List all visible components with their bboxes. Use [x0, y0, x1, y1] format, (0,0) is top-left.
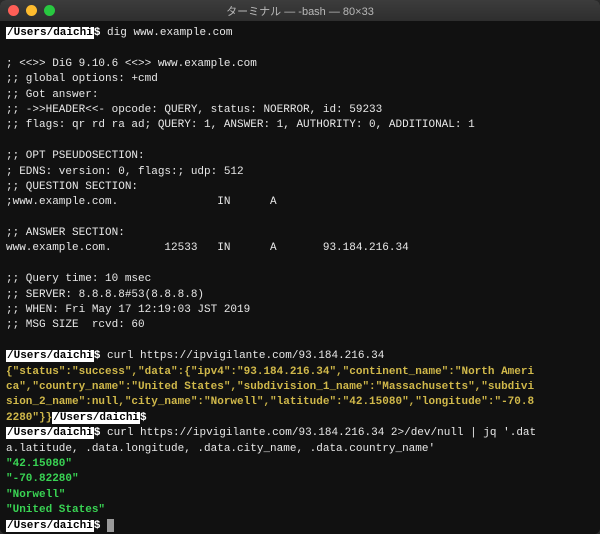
dig-output-line: ;; Query time: 10 msec	[6, 273, 151, 285]
close-icon[interactable]	[8, 5, 19, 16]
prompt-path: /Users/daichi	[52, 412, 140, 424]
curl-json-output: sion_2_name":null,"city_name":"Norwell",…	[6, 396, 534, 408]
command-curl: curl https://ipvigilante.com/93.184.216.…	[107, 350, 384, 362]
prompt-symbol: $	[94, 350, 101, 362]
titlebar: ターミナル — -bash — 80×33	[0, 0, 600, 22]
dig-output-line: ;; MSG SIZE rcvd: 60	[6, 319, 145, 331]
command-dig: dig www.example.com	[107, 27, 232, 39]
dig-output-line: ;; flags: qr rd ra ad; QUERY: 1, ANSWER:…	[6, 119, 475, 131]
prompt-path: /Users/daichi	[6, 427, 94, 439]
dig-output-line: ;; Got answer:	[6, 89, 98, 101]
dig-output-line: ;; OPT PSEUDOSECTION:	[6, 150, 145, 162]
prompt-symbol: $	[94, 427, 101, 439]
jq-output-city: "Norwell"	[6, 489, 65, 501]
curl-json-output: {"status":"success","data":{"ipv4":"93.1…	[6, 366, 534, 378]
terminal-window: ターミナル — -bash — 80×33 /Users/daichi$ dig…	[0, 0, 600, 534]
dig-output-line: www.example.com. 12533 IN A 93.184.216.3…	[6, 242, 409, 254]
prompt-symbol: $	[94, 520, 101, 532]
dig-output-line: ;www.example.com. IN A	[6, 196, 277, 208]
jq-output-country: "United States"	[6, 504, 105, 516]
curl-json-output: ca","country_name":"United States","subd…	[6, 381, 534, 393]
jq-output-longitude: "-70.82280"	[6, 473, 79, 485]
dig-output-line: ;; QUESTION SECTION:	[6, 181, 138, 193]
command-curl-jq-cont: a.latitude, .data.longitude, .data.city_…	[6, 443, 435, 455]
prompt-symbol: $	[140, 412, 147, 424]
traffic-lights	[8, 5, 55, 16]
cursor-icon	[107, 519, 114, 532]
prompt-symbol: $	[94, 27, 101, 39]
prompt-path: /Users/daichi	[6, 520, 94, 532]
dig-output-line: ;; WHEN: Fri May 17 12:19:03 JST 2019	[6, 304, 250, 316]
dig-output-line: ;; ->>HEADER<<- opcode: QUERY, status: N…	[6, 104, 382, 116]
prompt-path: /Users/daichi	[6, 27, 94, 39]
jq-output-latitude: "42.15080"	[6, 458, 72, 470]
dig-output-line: ; <<>> DiG 9.10.6 <<>> www.example.com	[6, 58, 257, 70]
terminal-body[interactable]: /Users/daichi$ dig www.example.com ; <<>…	[0, 22, 600, 534]
dig-output-line: ;; ANSWER SECTION:	[6, 227, 125, 239]
zoom-icon[interactable]	[44, 5, 55, 16]
command-curl-jq: curl https://ipvigilante.com/93.184.216.…	[107, 427, 536, 439]
curl-json-output: 2280"}}	[6, 412, 52, 424]
dig-output-line: ;; SERVER: 8.8.8.8#53(8.8.8.8)	[6, 289, 204, 301]
dig-output-line: ; EDNS: version: 0, flags:; udp: 512	[6, 166, 244, 178]
dig-output-line: ;; global options: +cmd	[6, 73, 158, 85]
prompt-path: /Users/daichi	[6, 350, 94, 362]
minimize-icon[interactable]	[26, 5, 37, 16]
window-title: ターミナル — -bash — 80×33	[0, 3, 600, 19]
